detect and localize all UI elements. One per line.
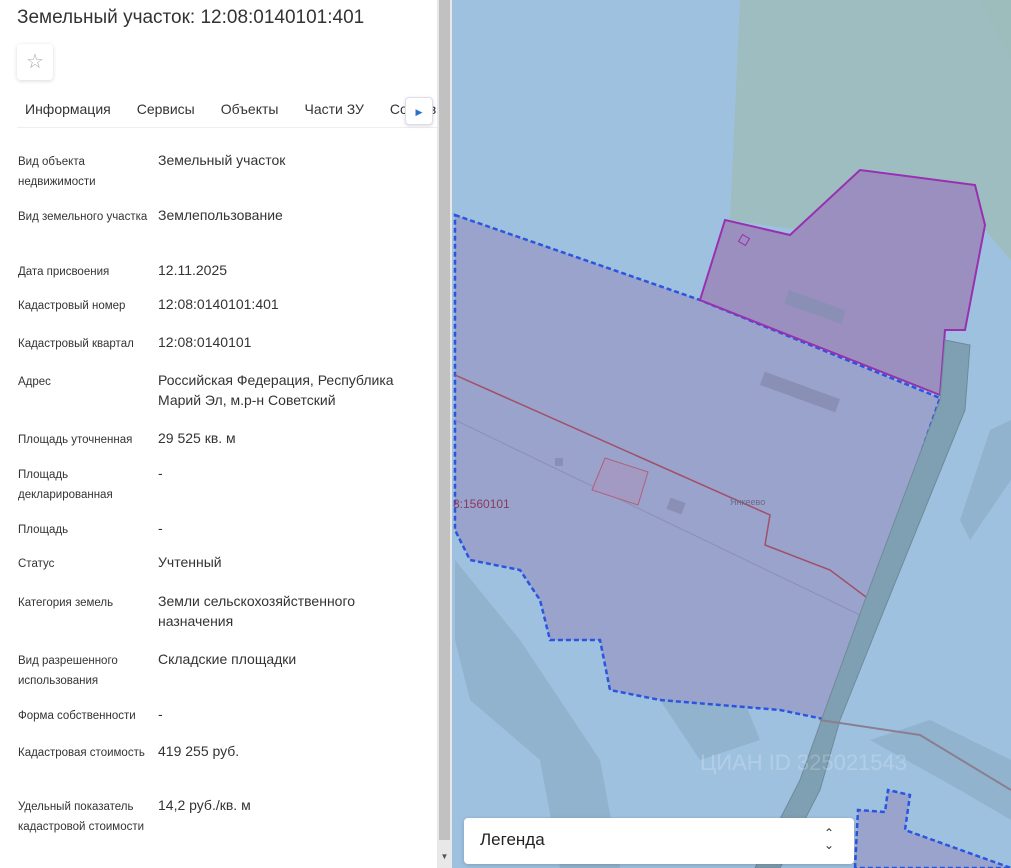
field-value: - <box>158 706 163 722</box>
field-value: - <box>158 520 163 536</box>
field-label: Кадастровая стоимость <box>18 747 145 759</box>
field-value: 14,2 руб./кв. м <box>158 797 251 813</box>
field-label: Статус <box>18 558 55 570</box>
field-value: Учтенный <box>158 554 222 570</box>
tab-parts[interactable]: Части ЗУ <box>296 96 371 127</box>
legend-label: Легенда <box>480 830 545 849</box>
field-value: Землепользование <box>158 207 283 223</box>
field-value: Земли сельскохозяйственного назначения <box>158 593 356 629</box>
field-label: Удельный показатель кадастровой стоимост… <box>18 801 145 833</box>
field-label: Площадь <box>18 524 69 536</box>
field-value: Российская Федерация, Республика Марий Э… <box>158 372 394 408</box>
field-value: Земельный участок <box>158 152 286 168</box>
field-label: Вид земельного участка <box>18 211 148 223</box>
field-label: Кадастровый номер <box>18 300 126 312</box>
field-value: - <box>158 465 163 481</box>
tabs-next-button[interactable]: ▶ <box>405 97 433 125</box>
favorite-button[interactable]: ☆ <box>17 44 53 80</box>
page-title: Земельный участок: 12:08:0140101:401 <box>17 7 365 28</box>
tab-services[interactable]: Сервисы <box>129 96 203 127</box>
field-value: Складские площадки <box>158 651 297 667</box>
scrollbar-thumb[interactable] <box>439 0 450 840</box>
chevron-updown-icon: ⌃ ⌄ <box>823 826 834 852</box>
field-value: 12.11.2025 <box>158 262 228 278</box>
map[interactable]: 8:1560101 Янкеево ЦИАН ID 325021543 <box>452 0 1011 868</box>
place-label: Янкеево <box>730 497 765 507</box>
scroll-down-arrow[interactable]: ▼ <box>437 852 452 866</box>
field-label: Площадь декларированная <box>18 469 113 501</box>
field-label: Дата присвоения <box>18 266 110 278</box>
field-label: Кадастровый квартал <box>18 338 134 350</box>
tab-bar: ИнформацияСервисыОбъектыЧасти ЗУСостав <box>17 96 437 128</box>
chevron-right-icon: ▶ <box>415 107 423 117</box>
watermark: ЦИАН ID 325021543 <box>700 750 907 775</box>
field-value: 12:08:0140101:401 <box>158 296 279 312</box>
field-label: Площадь уточненная <box>18 434 133 446</box>
info-panel: Земельный участок: 12:08:0140101:401 ☆ И… <box>0 0 437 868</box>
field-label: Адрес <box>18 376 51 388</box>
field-label: Вид объекта недвижимости <box>18 156 96 188</box>
field-value: 29 525 кв. м <box>158 430 236 446</box>
quarter-label: 8:1560101 <box>453 497 510 511</box>
field-label: Форма собственности <box>18 710 136 722</box>
star-icon: ☆ <box>26 51 44 73</box>
field-value: 12:08:0140101 <box>158 334 252 350</box>
tab-info[interactable]: Информация <box>17 96 119 127</box>
field-label: Вид разрешенного использования <box>18 655 118 687</box>
legend-selector[interactable]: Легенда ⌃ ⌄ <box>464 818 854 864</box>
field-value: 419 255 руб. <box>158 743 240 759</box>
field-label: Категория земель <box>18 597 114 609</box>
tab-objects[interactable]: Объекты <box>213 96 287 127</box>
